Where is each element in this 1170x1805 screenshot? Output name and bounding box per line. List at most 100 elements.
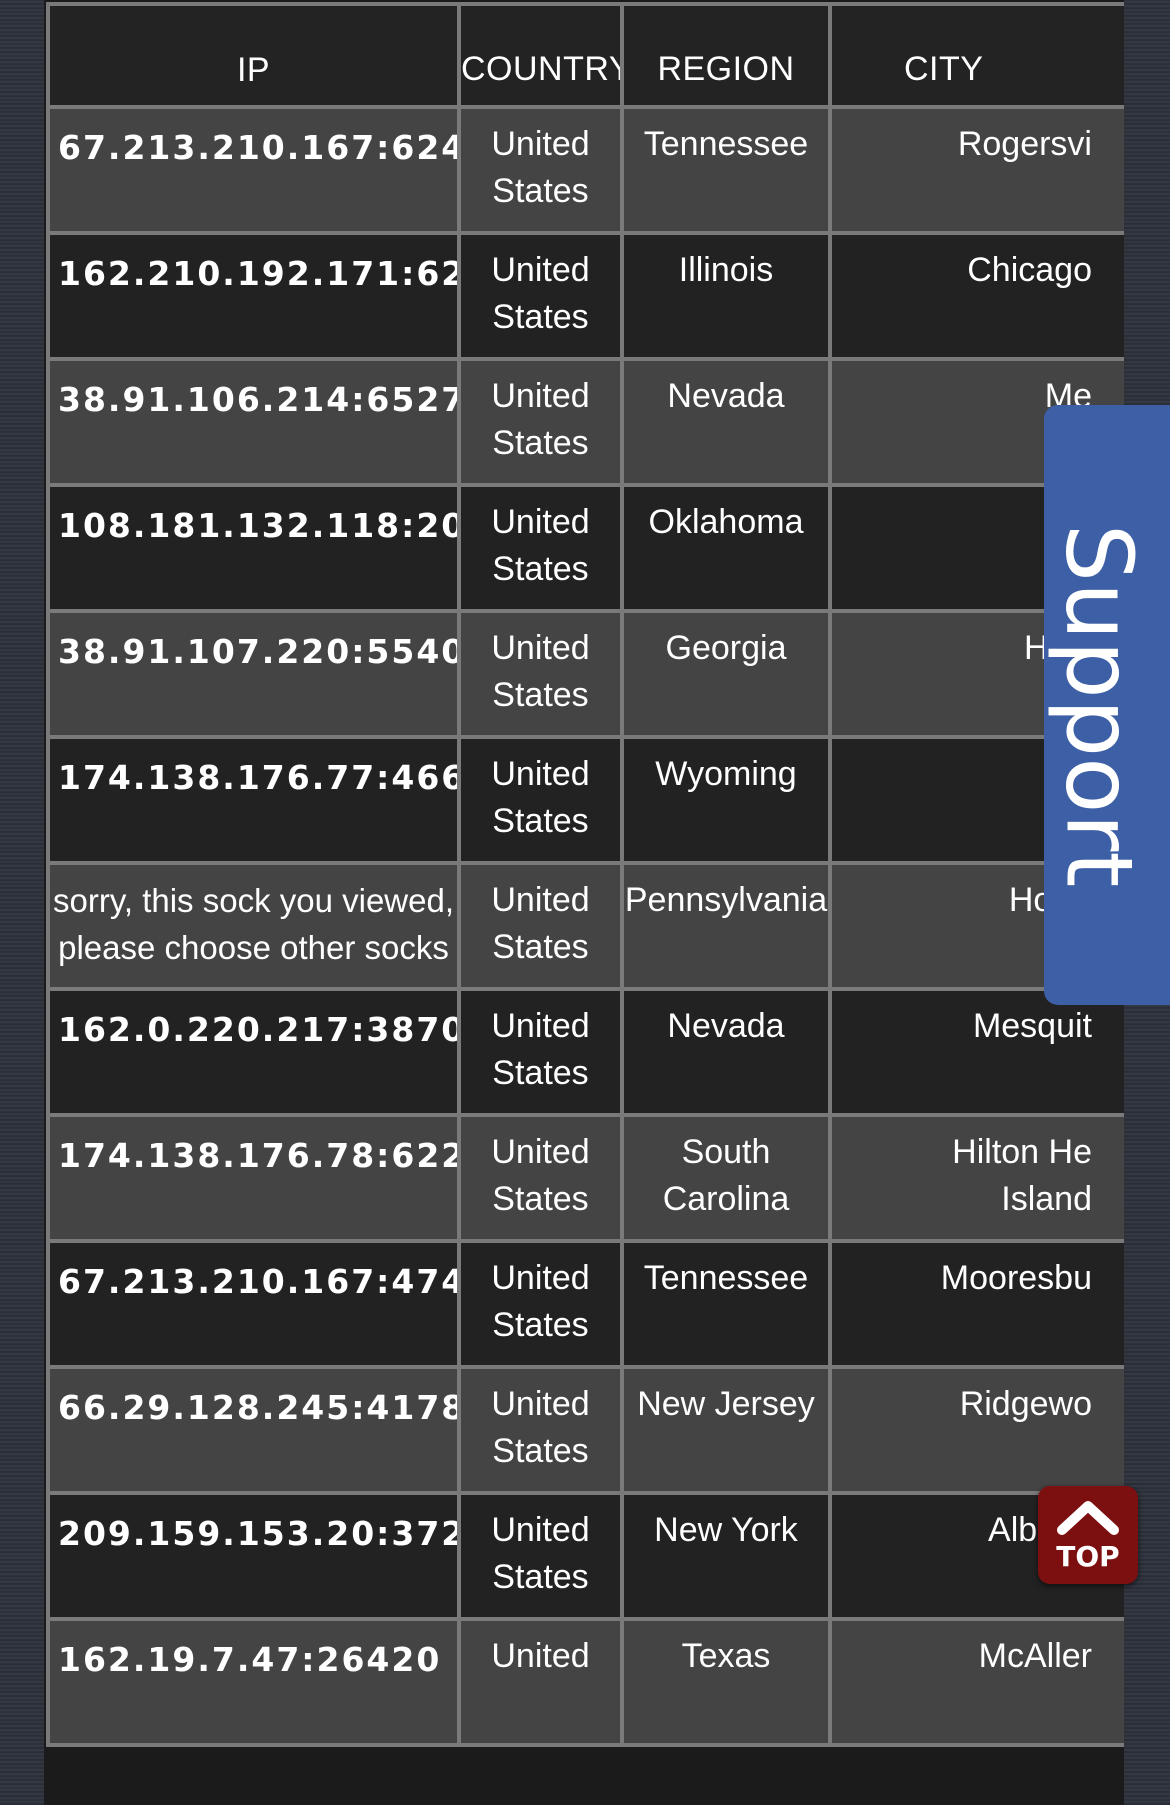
country-cell: United States [457, 1491, 624, 1621]
ip-cell[interactable]: 38.91.107.220:55403 [46, 609, 461, 739]
country-cell-line: States [492, 676, 589, 714]
country-cell-line: United [491, 1133, 590, 1171]
country-cell-line: United [491, 503, 590, 541]
country-cell-line: States [492, 1306, 589, 1344]
table-row[interactable]: 209.159.153.20:37289 United States New York… [46, 1491, 1124, 1621]
country-cell-line: States [492, 1432, 589, 1470]
ip-cell[interactable]: 67.213.210.167:47414 [46, 1239, 461, 1369]
city-cell-line: Mooresbu [940, 1259, 1092, 1297]
table-row[interactable]: 162.0.220.217:38704 United States Nevada Mes… [46, 987, 1124, 1117]
country-cell-line: United [491, 1007, 590, 1045]
column-header-country[interactable]: COUNTRY [457, 2, 624, 109]
country-cell-line: United [491, 1637, 590, 1675]
city-cell: McAller [828, 1617, 1124, 1747]
support-tab-label: Support [1045, 523, 1153, 887]
country-cell-line: United [491, 629, 590, 667]
country-cell-line: United [491, 251, 590, 289]
ip-cell[interactable]: 174.138.176.78:62234 [46, 1113, 461, 1243]
country-cell-line: States [492, 1180, 589, 1218]
column-header-city[interactable]: CITY [828, 2, 1124, 109]
country-cell-line: States [492, 298, 589, 336]
country-cell-line: States [492, 550, 589, 588]
region-cell: Tennessee [620, 1239, 832, 1369]
city-cell: Rogersvi [828, 105, 1124, 235]
country-cell: United States [457, 231, 624, 361]
country-cell-line: States [492, 1054, 589, 1092]
table-row[interactable]: sorry, this sock you viewed, please choo… [46, 861, 1124, 991]
region-cell: Nevada [620, 987, 832, 1117]
table-header-row: IP COUNTRY REGION CITY [46, 2, 1124, 109]
region-cell: Texas [620, 1617, 832, 1747]
column-header-region[interactable]: REGION [620, 2, 832, 109]
support-tab[interactable]: Support [1044, 405, 1170, 1005]
region-cell: Nevada [620, 357, 832, 487]
ip-cell[interactable]: 67.213.210.167:62400 [46, 105, 461, 235]
region-cell: South Carolina [620, 1113, 832, 1243]
table-row[interactable]: 174.138.176.78:62234 United States South Car… [46, 1113, 1124, 1243]
region-cell-line: Nevada [667, 377, 785, 415]
table-row[interactable]: 38.91.106.214:65273 United States Nevada Me [46, 357, 1124, 487]
city-cell: Mooresbu [828, 1239, 1124, 1369]
proxy-table-frame: IP COUNTRY REGION CITY 67.213.210.167:62… [44, 0, 1124, 1805]
ip-cell[interactable]: 162.19.7.47:26420 [46, 1617, 461, 1747]
region-cell: Wyoming [620, 735, 832, 865]
table-row[interactable]: 162.210.192.171:62384 United States Illinoi… [46, 231, 1124, 361]
city-cell-line: Mesquit [972, 1007, 1092, 1045]
region-cell: Pennsylvania [620, 861, 832, 991]
table-row[interactable]: 162.19.7.47:26420 United Texas McAller [46, 1617, 1124, 1747]
region-cell-line: Pennsylvania [624, 881, 828, 919]
ip-cell[interactable]: 108.181.132.118:20685 [46, 483, 461, 613]
country-cell-line: United [491, 125, 590, 163]
ip-cell[interactable]: 209.159.153.20:37289 [46, 1491, 461, 1621]
country-cell-line: States [492, 424, 589, 462]
ip-cell[interactable]: 162.0.220.217:38704 [46, 987, 461, 1117]
country-cell: United States [457, 735, 624, 865]
country-cell: United States [457, 861, 624, 991]
country-cell: United States [457, 357, 624, 487]
region-cell: Oklahoma [620, 483, 832, 613]
chevron-up-icon [1057, 1501, 1119, 1535]
city-cell: Mesquit [828, 987, 1124, 1117]
city-cell-line: Chicago [967, 251, 1092, 289]
column-header-ip[interactable]: IP [46, 2, 461, 109]
ip-cell-notice[interactable]: sorry, this sock you viewed, please choo… [46, 861, 461, 991]
region-cell-line: Wyoming [655, 755, 797, 793]
ip-cell[interactable]: 162.210.192.171:62384 [46, 231, 461, 361]
city-cell: Ridgewo [828, 1365, 1124, 1495]
country-cell: United States [457, 1365, 624, 1495]
table-row[interactable]: 174.138.176.77:46646 United States Wyoming U… [46, 735, 1124, 865]
back-to-top-button[interactable]: TOP [1038, 1486, 1138, 1584]
country-cell-line: United [491, 1259, 590, 1297]
country-cell-line: United [491, 881, 590, 919]
ip-cell[interactable]: 38.91.106.214:65273 [46, 357, 461, 487]
city-cell-line: Hilton He [952, 1133, 1092, 1171]
country-cell: United States [457, 105, 624, 235]
country-cell-line: United [491, 755, 590, 793]
table-row[interactable]: 67.213.210.167:47414 United States Tennesse… [46, 1239, 1124, 1369]
country-cell: United States [457, 1113, 624, 1243]
region-cell: New Jersey [620, 1365, 832, 1495]
table-row[interactable]: 108.181.132.118:20685 United States Oklahom… [46, 483, 1124, 613]
table-row[interactable]: 67.213.210.167:62400 United States Tennesse… [46, 105, 1124, 235]
region-cell-line: Texas [681, 1637, 771, 1675]
region-cell-line: New York [654, 1511, 798, 1549]
country-cell-line: United [491, 1385, 590, 1423]
country-cell: United [457, 1617, 624, 1747]
table-row[interactable]: 66.29.128.245:41781 United States New Jerse… [46, 1365, 1124, 1495]
proxy-table: IP COUNTRY REGION CITY 67.213.210.167:62… [46, 2, 1124, 1747]
ip-cell[interactable]: 66.29.128.245:41781 [46, 1365, 461, 1495]
country-cell: United States [457, 1239, 624, 1369]
region-cell-line: Illinois [678, 251, 774, 289]
city-cell: Chicago [828, 231, 1124, 361]
country-cell-line: States [492, 802, 589, 840]
country-cell-line: States [492, 928, 589, 966]
country-cell: United States [457, 609, 624, 739]
country-cell-line: United [491, 377, 590, 415]
country-cell: United States [457, 987, 624, 1117]
ip-cell[interactable]: 174.138.176.77:46646 [46, 735, 461, 865]
region-cell-line: Nevada [667, 1007, 785, 1045]
region-cell-line: Georgia [665, 629, 787, 667]
region-cell-line: Tennessee [643, 1259, 809, 1297]
table-row[interactable]: 38.91.107.220:55403UnitedStatesGeorgiaHa… [46, 609, 1124, 739]
city-cell: Hilton He Island [828, 1113, 1124, 1243]
